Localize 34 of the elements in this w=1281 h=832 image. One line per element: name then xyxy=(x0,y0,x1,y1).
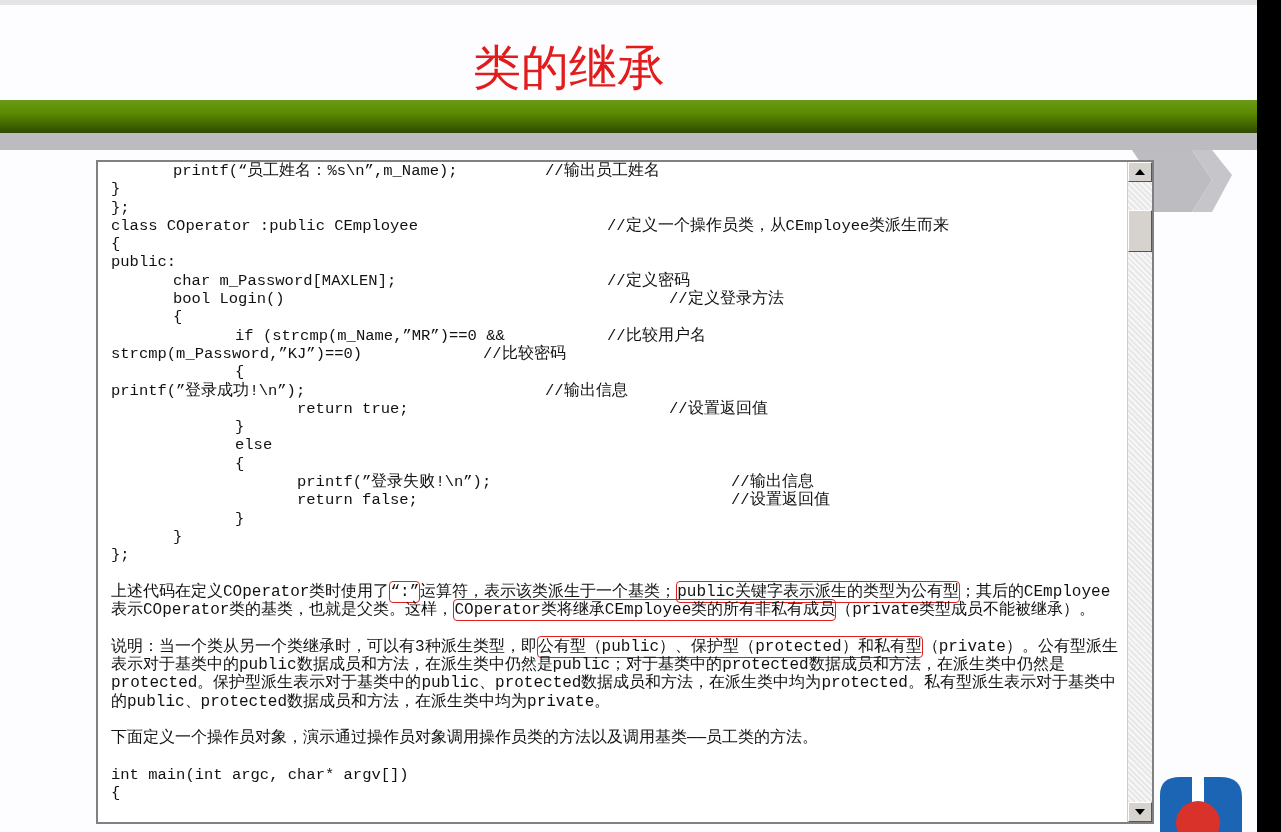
code-line: class COperator :public CEmployee //定义一个操作员类，从CEmployee类派生而来 xyxy=(111,216,951,236)
code-line: bool Login() //定义登录方法 xyxy=(172,290,785,309)
code-line: printf(“员工姓名：%s\n”,m_Name); //输出员工姓名 xyxy=(172,162,661,181)
code-line: { xyxy=(234,363,246,382)
code-line: return true; //设置返回值 xyxy=(296,399,769,419)
scroll-up-button[interactable] xyxy=(1128,162,1152,182)
scroll-thumb[interactable] xyxy=(1128,210,1152,252)
scrollbar[interactable] xyxy=(1127,162,1152,822)
code-line: else xyxy=(234,436,274,455)
code-line: int main(int argc, char* argv[]) xyxy=(111,765,410,785)
code-line: }; xyxy=(111,546,131,565)
code-line: { xyxy=(172,308,184,327)
code-line: } xyxy=(111,180,122,199)
paragraph: 说明：当一个类从另一个类继承时，可以有3种派生类型，即公有型（public）、保护型（protected）和私有型（private）。公有型派生表示对于基类中的public数据成员和方法，在派生类中仍然是public；对于基类中的protected数据成员和方法，在派生类中仍然是protected。保护型派生表示对于基类中的public、protected数据成员和方法，在派生类中均为protected。私有型派生表示对于基类中的public、protected数据成员和方法，在派生类中均为private。 xyxy=(111,637,1119,711)
paragraph: 下面定义一个操作员对象，演示通过操作员对象调用操作员类的方法以及调用基类——员工类的方法。 xyxy=(111,729,820,748)
code-line: strcmp(m_Password,”KJ”)==0) //比较密码 xyxy=(111,344,567,364)
up-arrow-icon xyxy=(1135,169,1145,175)
code-line: } xyxy=(234,509,246,528)
code-line: }; xyxy=(111,198,131,217)
paragraph: 上述代码在定义COperator类时使用了“:”运算符，表示该类派生于一个基类；public关键字表示派生的类型为公有型；其后的CEmployee表示COperator类的基类，也就是父类。这样，COperator类将继承CEmployee类的所有非私有成员（private类型成员不能被继承）。 xyxy=(111,582,1112,620)
code-line: { xyxy=(111,784,122,803)
code-line: printf(”登录失败!\n”); //输出信息 xyxy=(296,473,814,492)
code-line: char m_Password[MAXLEN]; //定义密码 xyxy=(172,271,691,290)
code-line: { xyxy=(234,454,246,474)
scroll-down-button[interactable] xyxy=(1128,802,1152,822)
code-line: } xyxy=(234,418,246,437)
slide-title: 类的继承 xyxy=(472,38,665,97)
code-line: return false; //设置返回值 xyxy=(296,491,831,510)
down-arrow-icon xyxy=(1135,809,1145,815)
code-line: } xyxy=(172,527,184,547)
code-line: printf(”登录成功!\n”); //输出信息 xyxy=(111,381,629,400)
code-line: { xyxy=(111,235,122,254)
code-line: public: xyxy=(111,253,178,272)
code-line: if (strcmp(m_Name,”MR”)==0 && //比较用户名 xyxy=(234,326,707,345)
